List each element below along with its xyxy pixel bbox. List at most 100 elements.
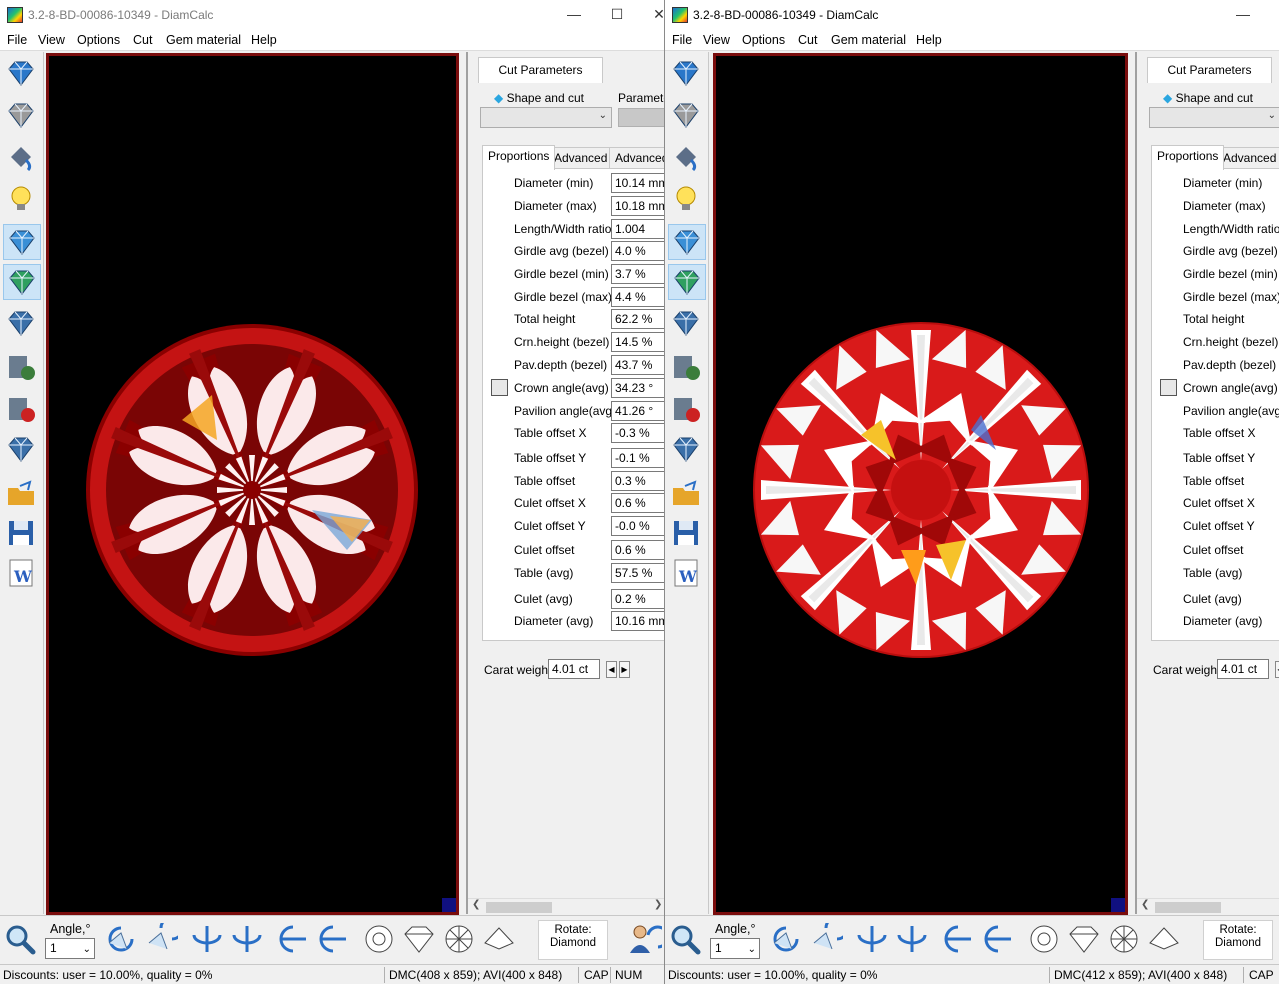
menu-file[interactable]: File — [7, 33, 27, 47]
tab-cut-parameters[interactable]: Cut Parameters — [478, 57, 603, 83]
menu-view[interactable]: View — [703, 33, 730, 47]
lightbulb-icon[interactable] — [3, 182, 41, 218]
video-record-icon[interactable] — [3, 392, 41, 428]
video-play-icon[interactable] — [668, 350, 706, 386]
close-button[interactable]: ✕ — [645, 2, 664, 28]
minimize-button[interactable]: — — [560, 2, 588, 28]
row-value-field[interactable]: 10.18 mm — [611, 196, 664, 216]
row-value-field[interactable]: 3.7 % — [611, 264, 664, 284]
diamond-settings-icon[interactable] — [3, 432, 41, 468]
angle-select[interactable]: 1 ⌄ — [45, 938, 95, 959]
menu-gem-material[interactable]: Gem material — [166, 33, 241, 47]
zoom-icon[interactable] — [4, 923, 36, 955]
menu-help[interactable]: Help — [251, 33, 277, 47]
carat-decrease-button[interactable]: ◀ — [1275, 661, 1279, 678]
tilt-right-icon[interactable] — [316, 923, 350, 955]
gem-card-icon[interactable] — [3, 306, 41, 342]
flip-horizontal-icon[interactable] — [855, 923, 889, 955]
rotate-cw-icon[interactable] — [809, 923, 843, 955]
gem-card-icon[interactable] — [668, 306, 706, 342]
scroll-left-icon[interactable]: ❮ — [472, 899, 480, 910]
row-value-field[interactable]: -0.1 % — [611, 448, 664, 468]
row-value-field[interactable]: 57.5 % — [611, 563, 664, 583]
diamond-sparkle-icon[interactable] — [668, 224, 706, 260]
carat-weight-field[interactable]: 4.01 ct — [1217, 659, 1269, 679]
menu-file[interactable]: File — [672, 33, 692, 47]
flip-horizontal-icon[interactable] — [190, 923, 224, 955]
row-value-field[interactable]: 0.6 % — [611, 493, 664, 513]
paint-bucket-icon[interactable] — [3, 140, 41, 176]
parameter-field[interactable]: 2 — [618, 108, 664, 127]
row-value-field[interactable]: 0.6 % — [611, 540, 664, 560]
tilt-right-icon[interactable] — [981, 923, 1015, 955]
row-value-field[interactable]: 10.14 mm — [611, 173, 664, 193]
scrollbar-thumb[interactable] — [1155, 902, 1221, 913]
rotate-mode-button[interactable]: Rotate: Diamond — [1203, 920, 1273, 960]
flip-horizontal-back-icon[interactable] — [230, 923, 264, 955]
row-value-field[interactable]: -0.0 % — [611, 516, 664, 536]
diamond-gray-icon[interactable] — [668, 98, 706, 134]
view-side-icon[interactable] — [1067, 923, 1101, 955]
menu-options[interactable]: Options — [742, 33, 785, 47]
menu-cut[interactable]: Cut — [133, 33, 152, 47]
video-record-icon[interactable] — [668, 392, 706, 428]
row-value-field[interactable]: 0.2 % — [611, 589, 664, 609]
tab-advanced-2[interactable]: Advanced — [609, 147, 664, 169]
row-value-field[interactable]: 34.23 ° — [611, 378, 664, 398]
menu-cut[interactable]: Cut — [798, 33, 817, 47]
view-profile-icon[interactable] — [1147, 923, 1181, 955]
row-value-field[interactable]: 4.4 % — [611, 287, 664, 307]
row-value-field[interactable]: 43.7 % — [611, 355, 664, 375]
row-value-field[interactable]: 10.16 mm — [611, 611, 664, 631]
zoom-icon[interactable] — [669, 923, 701, 955]
diamond-gray-icon[interactable] — [3, 98, 41, 134]
lock-toggle-icon[interactable] — [491, 379, 508, 396]
open-folder-icon[interactable] — [3, 476, 41, 512]
video-play-icon[interactable] — [3, 350, 41, 386]
diamond-viewport[interactable] — [713, 53, 1128, 915]
row-value-field[interactable]: 0.3 % — [611, 471, 664, 491]
menu-view[interactable]: View — [38, 33, 65, 47]
minimize-button[interactable]: — — [1229, 2, 1257, 28]
carat-decrease-button[interactable]: ◀ — [606, 661, 617, 678]
paint-bucket-icon[interactable] — [668, 140, 706, 176]
rotate-ccw-icon[interactable] — [769, 923, 803, 955]
diamond-viewport[interactable] — [46, 53, 459, 915]
menu-help[interactable]: Help — [916, 33, 942, 47]
row-value-field[interactable]: 1.004 — [611, 219, 664, 239]
prism-icon[interactable] — [3, 264, 41, 300]
tab-proportions[interactable]: Proportions — [1151, 145, 1225, 170]
diamond-sparkle-icon[interactable] — [3, 224, 41, 260]
menu-options[interactable]: Options — [77, 33, 120, 47]
scroll-right-icon[interactable]: ❯ — [654, 899, 662, 910]
view-top-icon[interactable] — [362, 923, 396, 955]
horizontal-scrollbar[interactable]: ❮ — [1137, 898, 1279, 914]
angle-select[interactable]: 1 ⌄ — [710, 938, 760, 959]
lock-toggle-icon[interactable] — [1160, 379, 1177, 396]
carat-increase-button[interactable]: ▶ — [619, 661, 630, 678]
open-folder-icon[interactable] — [668, 476, 706, 512]
view-top-icon[interactable] — [1027, 923, 1061, 955]
menu-gem-material[interactable]: Gem material — [831, 33, 906, 47]
row-value-field[interactable]: 4.0 % — [611, 241, 664, 261]
row-value-field[interactable]: 62.2 % — [611, 309, 664, 329]
row-value-field[interactable]: 14.5 % — [611, 332, 664, 352]
tilt-left-icon[interactable] — [276, 923, 310, 955]
tilt-left-icon[interactable] — [941, 923, 975, 955]
diamond-settings-icon[interactable] — [668, 432, 706, 468]
rotate-mode-button[interactable]: Rotate: Diamond — [538, 920, 608, 960]
prism-icon[interactable] — [668, 264, 706, 300]
view-bottom-icon[interactable] — [442, 923, 476, 955]
row-value-field[interactable]: 41.26 ° — [611, 401, 664, 421]
tab-cut-parameters[interactable]: Cut Parameters — [1147, 57, 1272, 83]
diamond-view-icon[interactable] — [3, 56, 41, 92]
save-disk-icon[interactable] — [668, 516, 706, 552]
tab-advanced[interactable]: Advanced — [548, 147, 614, 169]
horizontal-scrollbar[interactable]: ❮ ❯ — [468, 898, 664, 914]
carat-weight-field[interactable]: 4.01 ct — [548, 659, 600, 679]
tab-advanced[interactable]: Advanced — [1217, 147, 1279, 169]
save-disk-icon[interactable] — [3, 516, 41, 552]
word-export-icon[interactable]: W — [3, 556, 41, 592]
shape-and-cut-select[interactable]: ⌄ — [1149, 107, 1279, 128]
diamond-view-icon[interactable] — [668, 56, 706, 92]
